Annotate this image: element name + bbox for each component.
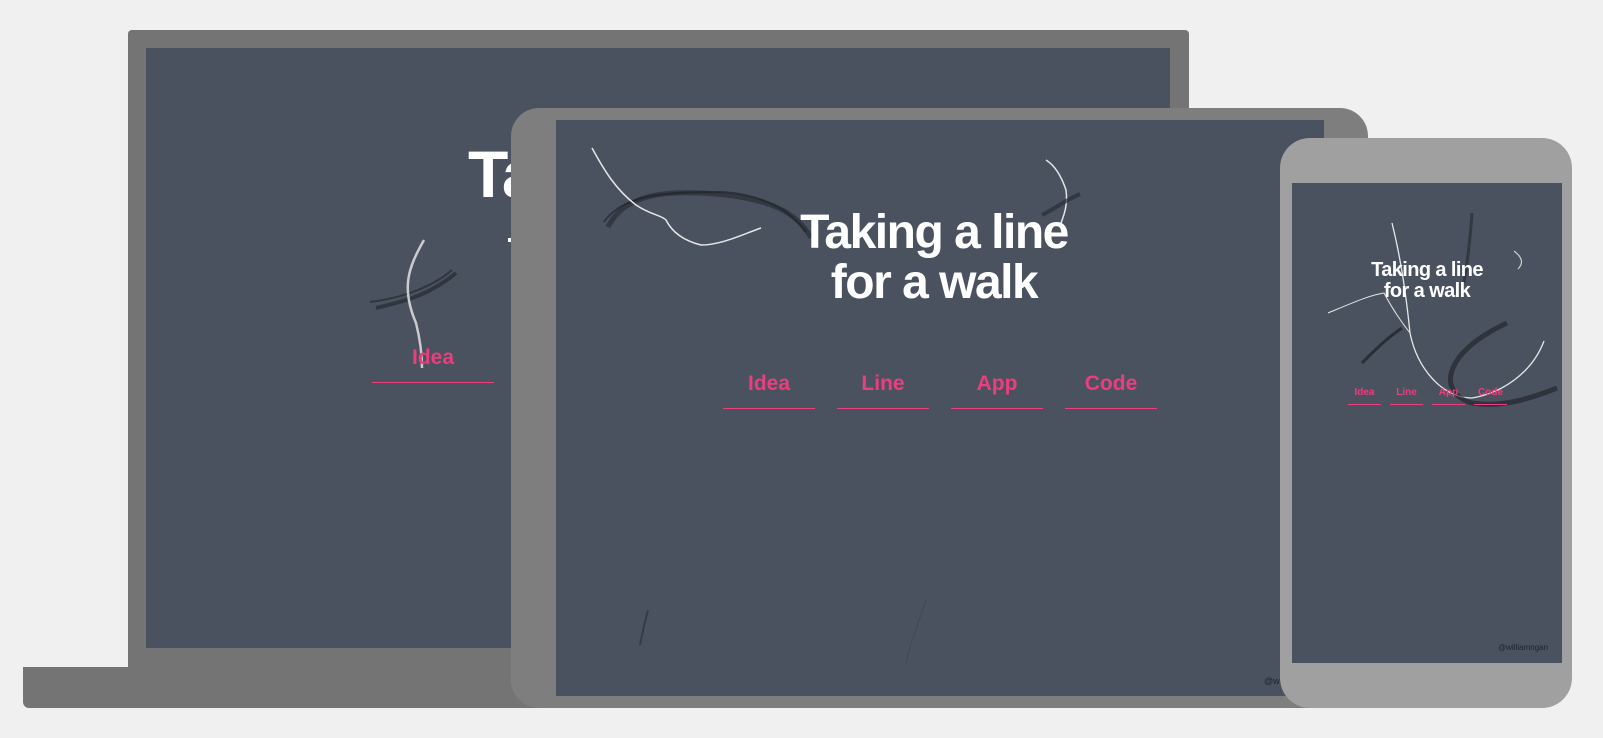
phone-site-title: Taking a line for a walk <box>1327 260 1527 302</box>
tablet-nav-line[interactable]: Line <box>837 372 929 409</box>
tablet-nav-code[interactable]: Code <box>1065 372 1157 409</box>
phone-credit[interactable]: @williamngan <box>1498 643 1548 652</box>
phone-title-line-2: for a walk <box>1383 280 1471 302</box>
phone-nav-app[interactable]: App <box>1432 387 1465 405</box>
tablet-site-title: Taking a line for a walk <box>734 206 1134 310</box>
tablet-nav-app[interactable]: App <box>951 372 1043 409</box>
phone-nav-line[interactable]: Line <box>1390 387 1423 405</box>
laptop-base <box>23 667 563 708</box>
tablet-screen: Taking a line for a walk Idea Line App C… <box>556 120 1324 696</box>
tablet-nav-idea[interactable]: Idea <box>723 372 815 409</box>
phone-line-drawing <box>1327 212 1558 407</box>
device-mockup-showcase: { "site": { "title_line1": "Taking a lin… <box>0 0 1603 738</box>
tablet-title-line-2: for a walk <box>830 256 1039 310</box>
phone-title-line-1: Taking a line <box>1371 259 1483 281</box>
laptop-nav-idea[interactable]: Idea <box>372 346 494 383</box>
phone-nav-idea[interactable]: Idea <box>1348 387 1381 405</box>
phone-nav-code[interactable]: Code <box>1474 387 1507 405</box>
tablet-title-line-1: Taking a line <box>800 206 1069 259</box>
phone-screen: Taking a line for a walk Idea Line App C… <box>1292 183 1562 663</box>
